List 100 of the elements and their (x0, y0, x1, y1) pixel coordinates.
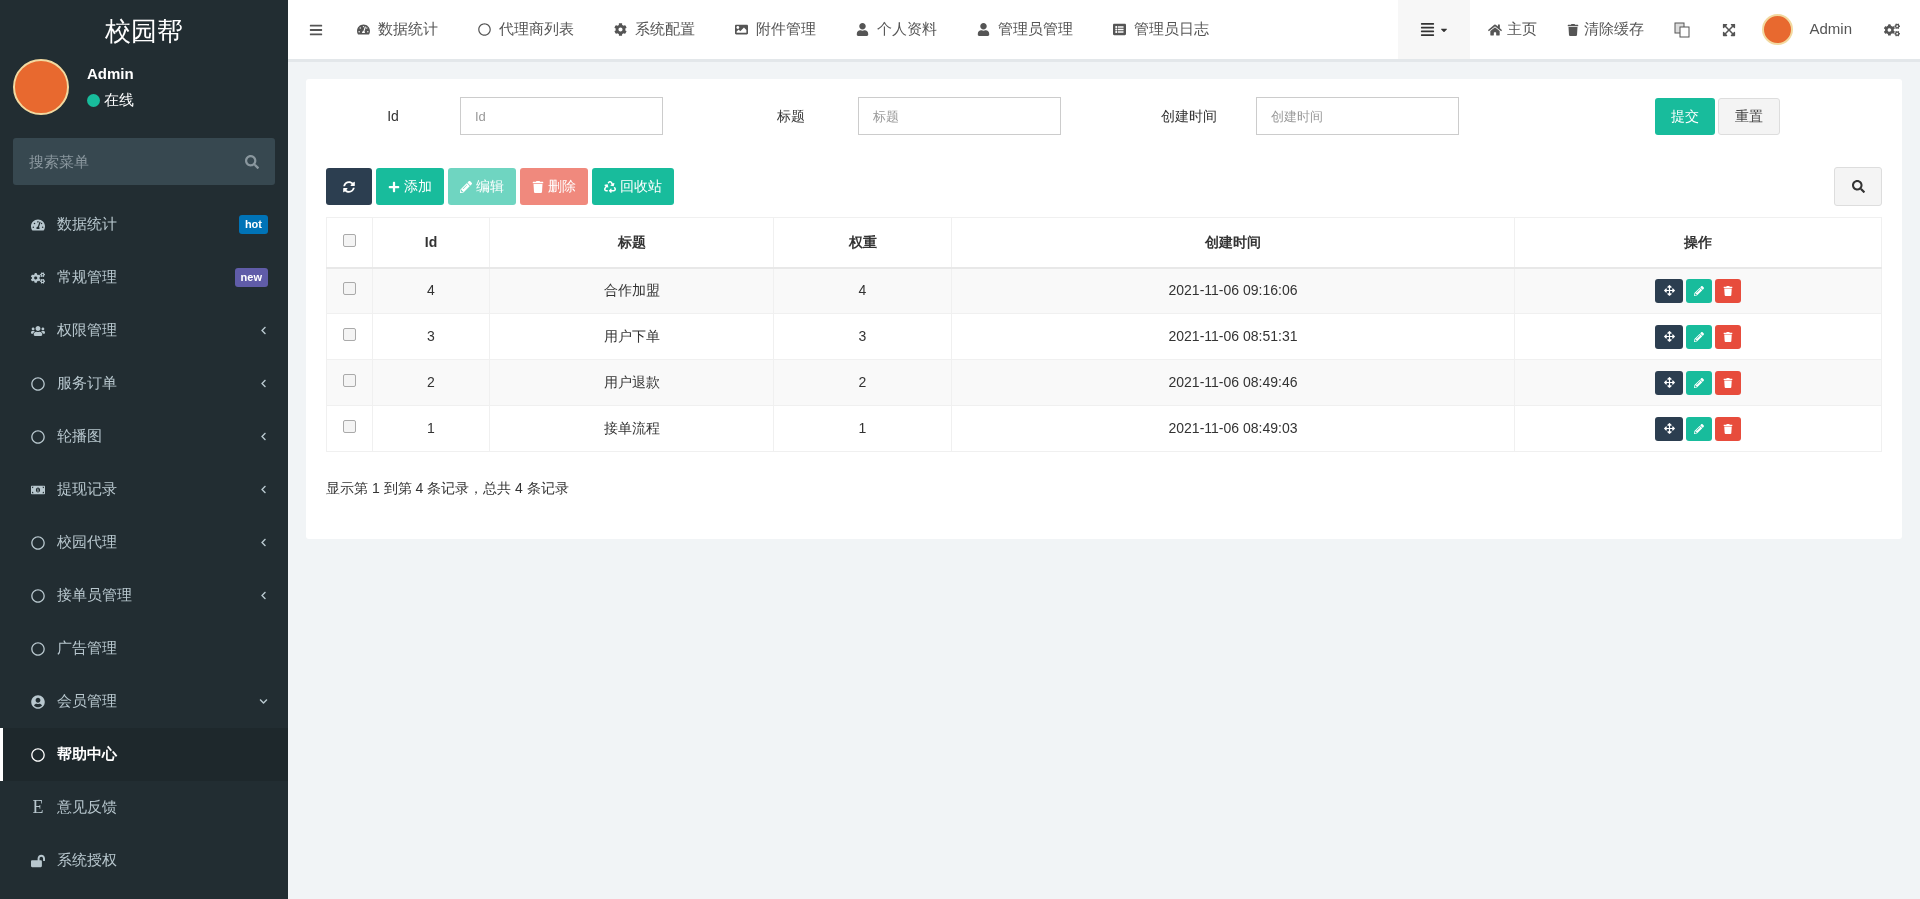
move-icon (1663, 285, 1675, 297)
nav-tab[interactable]: 附件管理 (722, 0, 829, 59)
home-link[interactable]: 主页 (1470, 0, 1556, 59)
column-header: 操作 (1684, 233, 1712, 250)
settings-icon (1884, 21, 1900, 38)
move-icon (1663, 423, 1675, 434)
trash-icon (1723, 331, 1733, 342)
table-cell: 2 (427, 374, 435, 390)
sidebar-item[interactable]: E 意见反馈 (0, 781, 288, 834)
sidebar-item[interactable]: 会员管理 (0, 675, 288, 728)
table-cell: 合作加盟 (603, 282, 660, 299)
nav-tab[interactable]: 个人资料 (843, 0, 950, 59)
delete-button[interactable] (1715, 370, 1741, 395)
filter-input[interactable]: 标题 (858, 97, 1061, 135)
sidebar-item[interactable]: 服务订单 (0, 357, 288, 410)
menu-icon (309, 22, 323, 37)
search-field[interactable]: 搜索菜单 (13, 138, 275, 185)
nav-tab[interactable]: 数据统计 (344, 0, 451, 59)
list-icon (1113, 23, 1126, 36)
user-menu-link[interactable]: Admin (1809, 18, 1852, 41)
delete-button[interactable] (1715, 416, 1741, 441)
move-icon (1663, 331, 1675, 342)
checkbox[interactable] (343, 282, 356, 296)
user-icon (977, 23, 990, 36)
column-header: 标题 (617, 233, 646, 250)
user-icon (856, 23, 869, 36)
sidebar-item[interactable]: 接单员管理 (0, 569, 288, 622)
table-cell: 1 (858, 420, 867, 436)
brand-title: 校园帮 (105, 14, 183, 48)
dropdown-toggle-button[interactable] (1398, 0, 1471, 59)
sidebar-item[interactable]: 提现记录 (0, 463, 288, 516)
translate-icon (1674, 21, 1691, 38)
sidebar-item[interactable]: 数据统计 hot (0, 198, 288, 251)
drag-button[interactable] (1655, 416, 1683, 441)
table-cell: 3 (427, 328, 435, 344)
column-header: 创建时间 (1205, 233, 1261, 250)
image-icon (735, 23, 748, 36)
table-cell: 4 (427, 282, 435, 299)
recycle-icon (604, 180, 616, 193)
delete-button[interactable] (1715, 278, 1741, 303)
table-cell: 用户退款 (603, 374, 660, 390)
filter-input[interactable]: Id (460, 97, 663, 135)
sidebar-item[interactable]: 广告管理 (0, 622, 288, 675)
sidebar-item[interactable]: 系统授权 (0, 834, 288, 887)
checkbox[interactable] (343, 374, 356, 387)
menu-badge: hot (238, 215, 268, 234)
delete-button[interactable] (1715, 324, 1741, 349)
menu-label: 会员管理 (57, 691, 118, 712)
reset-button[interactable]: 重置 (1718, 97, 1780, 135)
pencil-icon (1694, 423, 1704, 434)
nav-tab[interactable]: 管理员日志 (1100, 0, 1222, 59)
table-cell: 4 (858, 282, 867, 299)
nav-tab[interactable]: 系统配置 (601, 0, 708, 59)
search-button[interactable] (1834, 167, 1882, 206)
nav-tab[interactable]: 管理员管理 (964, 0, 1086, 59)
menu-glyph: E (32, 796, 44, 819)
filter-input[interactable]: 创建时间 (1256, 97, 1459, 135)
sidebar-item[interactable]: 常规管理 new (0, 251, 288, 304)
table-cell: 用户下单 (603, 328, 660, 344)
trash-icon (532, 180, 544, 193)
column-header: Id (424, 233, 438, 250)
sidebar-item[interactable]: 校园代理 (0, 516, 288, 569)
user-name: Admin (87, 63, 134, 84)
pencil-icon (1694, 377, 1704, 388)
drag-button[interactable] (1655, 370, 1683, 395)
refresh-icon (343, 180, 355, 193)
menu-label: 提现记录 (57, 479, 118, 500)
table-cell: 接单流程 (603, 420, 660, 436)
checkbox[interactable] (343, 233, 356, 247)
pagination-info: 显示第 1 到第 4 条记录，总共 4 条记录 (326, 479, 570, 498)
avatar (1762, 14, 1794, 45)
nav-tab[interactable]: 代理商列表 (465, 0, 587, 59)
checkbox[interactable] (343, 328, 356, 341)
menu-badge: new (234, 268, 268, 287)
clear-cache-link[interactable]: 清除缓存 (1555, 0, 1657, 59)
avatar (13, 59, 69, 115)
menu-label: 广告管理 (57, 638, 118, 659)
unlock-icon (31, 853, 45, 868)
menu-label: 校园代理 (57, 532, 118, 553)
users-icon (31, 323, 45, 338)
sidebar-item[interactable]: 轮播图 (0, 410, 288, 463)
status-text: 在线 (104, 90, 134, 110)
drag-button[interactable] (1655, 278, 1683, 303)
plus-icon (388, 180, 400, 193)
refresh-button[interactable] (326, 168, 372, 205)
menu-label: 系统授权 (57, 850, 118, 871)
move-icon (1663, 377, 1675, 388)
table-cell: 2021-11-06 08:51:31 (1168, 328, 1298, 344)
trash-icon (1723, 423, 1733, 434)
table-cell: 2021-11-06 08:49:03 (1168, 420, 1298, 436)
checkbox[interactable] (343, 420, 356, 433)
table-cell: 1 (427, 420, 435, 436)
menu-label: 数据统计 (57, 214, 118, 235)
drag-button[interactable] (1655, 324, 1683, 349)
trash-icon (1723, 285, 1733, 296)
dashboard-icon (31, 217, 45, 232)
sidebar-item[interactable]: 帮助中心 (0, 728, 288, 781)
sidebar-item[interactable]: 权限管理 (0, 304, 288, 357)
menu-label: 权限管理 (57, 320, 118, 341)
filter-label: 标题 (776, 106, 806, 126)
